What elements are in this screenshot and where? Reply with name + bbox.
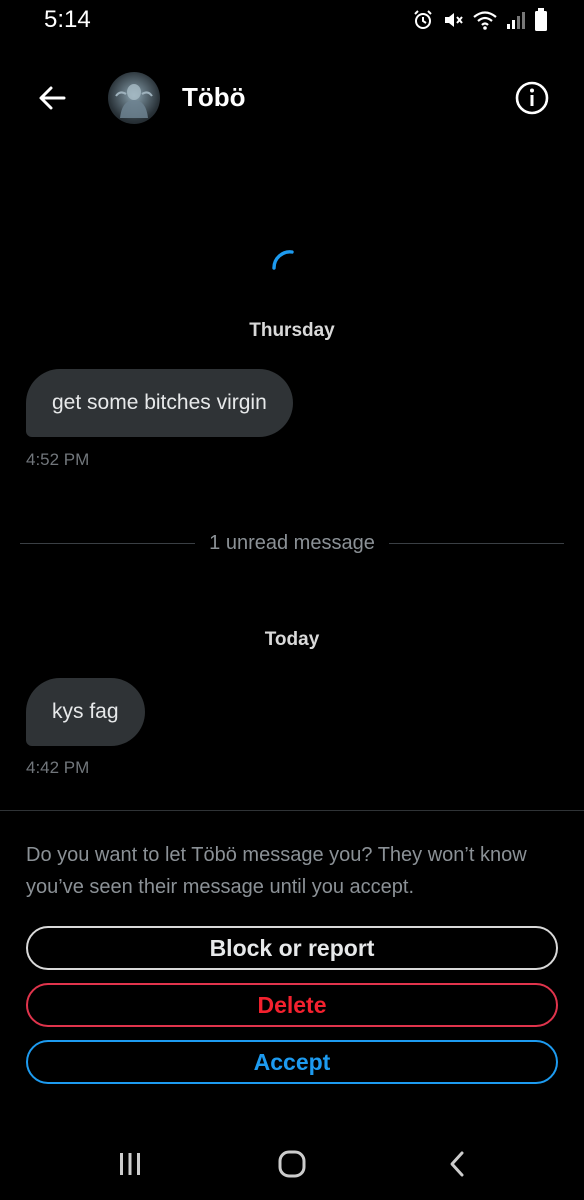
back-button[interactable] — [34, 80, 70, 116]
nav-back-button[interactable] — [438, 1144, 478, 1184]
info-button[interactable] — [514, 80, 550, 116]
arrow-left-icon — [39, 86, 66, 110]
delete-button[interactable]: Delete — [26, 983, 558, 1027]
avatar[interactable] — [108, 72, 160, 124]
block-or-report-button[interactable]: Block or report — [26, 926, 558, 970]
message-timestamp: 4:52 PM — [26, 450, 90, 469]
loading-spinner-icon — [272, 250, 294, 270]
recents-button[interactable] — [110, 1144, 150, 1184]
system-nav-bar — [0, 1130, 584, 1196]
message-bubble[interactable]: kys fag — [26, 678, 145, 746]
status-icons — [412, 8, 548, 32]
alarm-icon — [414, 10, 432, 29]
divider-line — [388, 542, 565, 544]
day-label-today: Today — [264, 629, 320, 650]
message-timestamp: 4:42 PM — [26, 758, 90, 777]
accept-button[interactable]: Accept — [26, 1040, 558, 1084]
home-button[interactable] — [272, 1144, 312, 1184]
contact-name[interactable]: Töbö — [182, 82, 246, 113]
signal-icon — [507, 12, 525, 29]
day-label-thursday: Thursday — [249, 320, 335, 341]
status-bar: 5:14 — [0, 0, 584, 44]
unread-divider: 1 unread message — [20, 530, 565, 556]
mute-icon — [445, 13, 463, 27]
status-time: 5:14 — [44, 6, 91, 33]
avatar-image — [115, 84, 153, 118]
request-prompt: Do you want to let Töbö message you? The… — [26, 844, 527, 898]
info-icon — [515, 81, 549, 115]
wifi-icon — [473, 11, 497, 30]
divider-line — [20, 542, 196, 544]
unread-label: 1 unread message — [209, 531, 375, 554]
message-request-panel: Do you want to let Töbö message you? The… — [0, 810, 584, 1110]
conversation-header: Töbö — [0, 60, 584, 136]
recents-icon — [120, 1153, 140, 1175]
back-icon — [450, 1151, 464, 1177]
message-bubble[interactable]: get some bitches virgin — [26, 369, 293, 437]
home-icon — [278, 1150, 306, 1178]
battery-icon — [535, 8, 547, 31]
